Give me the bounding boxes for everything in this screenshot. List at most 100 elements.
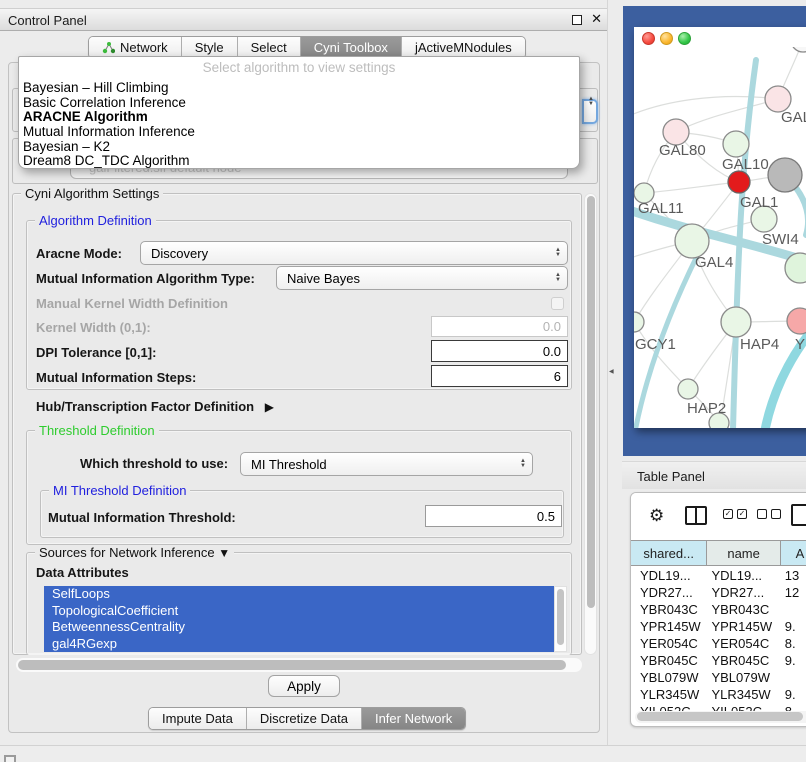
column-header[interactable]: name (707, 541, 781, 565)
window-zoom-icon[interactable] (678, 32, 691, 45)
list-item[interactable]: BetweennessCentrality (44, 619, 554, 636)
mi-type-value: Naive Bayes (287, 271, 360, 286)
mi-steps-field[interactable]: 6 (431, 365, 568, 387)
table-row[interactable]: YLR345WYLR345W9. (631, 686, 806, 703)
table-panel-title: Table Panel (637, 469, 705, 484)
deselect-all-icon[interactable] (757, 509, 767, 519)
tab-jactivemnodules[interactable]: jActiveMNodules (402, 37, 525, 58)
algorithm-combobox-end[interactable]: ▲▼ (582, 99, 598, 124)
table-body: YDL19...YDL19...13 YDR27...YDR27...12 YB… (631, 567, 806, 711)
node-label: HAP2 (687, 400, 726, 417)
column-header[interactable]: shared... (631, 541, 707, 565)
table-row[interactable]: YER054CYER054C8. (631, 635, 806, 652)
collapse-arrow-icon[interactable]: ▼ (218, 546, 230, 560)
close-icon[interactable]: ✕ (591, 11, 602, 27)
settings-horizontal-scrollbar[interactable] (16, 658, 582, 672)
node-label: GAL11 (638, 200, 684, 217)
column-header[interactable]: A (781, 541, 806, 565)
scrollbar-thumb[interactable] (637, 712, 803, 721)
scrollbar-thumb[interactable] (18, 660, 566, 670)
table-row[interactable]: YDR27...YDR27...12 (631, 584, 806, 601)
apply-button[interactable]: Apply (268, 675, 340, 697)
node-hap2[interactable] (678, 379, 698, 399)
table-row[interactable]: YBL079WYBL079W (631, 669, 806, 686)
tab-impute-data[interactable]: Impute Data (149, 708, 247, 729)
data-attributes-list[interactable]: SelfLoops TopologicalCoefficient Between… (44, 586, 554, 652)
tab-label: jActiveMNodules (415, 40, 512, 55)
tab-label: Network (120, 40, 168, 55)
tab-label: Style (195, 40, 224, 55)
which-threshold-combobox[interactable]: MI Threshold ▲▼ (240, 452, 533, 476)
tab-label: Cyni Toolbox (314, 40, 388, 55)
collapsed-panel-icon[interactable] (4, 755, 16, 762)
expand-arrow-icon: ▶ (265, 400, 274, 414)
window-close-icon[interactable] (642, 32, 655, 45)
kernel-width-value: 0.0 (543, 319, 561, 334)
table-horizontal-scrollbar[interactable] (635, 711, 806, 723)
bottom-tabbar: Impute Data Discretize Data Infer Networ… (148, 707, 466, 730)
attributes-scrollbar[interactable] (554, 586, 567, 652)
menu-item-selected[interactable]: ARACNE Algorithm (19, 110, 579, 125)
list-item[interactable]: SelfLoops (44, 586, 554, 603)
settings-vertical-scrollbar[interactable] (584, 193, 597, 655)
stepper-icon: ▲▼ (555, 248, 561, 258)
new-table-icon[interactable] (791, 504, 806, 526)
node-label: GAL4 (695, 254, 733, 271)
node-red[interactable] (728, 171, 750, 193)
mi-type-combobox[interactable]: Naive Bayes ▲▼ (276, 266, 568, 290)
select-all-icon[interactable]: ✓ (737, 509, 747, 519)
node-label: Y (795, 336, 805, 353)
menu-item[interactable]: Basic Correlation Inference (19, 96, 579, 111)
mi-steps-value: 6 (554, 369, 561, 384)
kernel-width-field[interactable]: 0.0 (431, 316, 568, 337)
show-columns-icon[interactable] (685, 506, 707, 525)
panel-divider (607, 0, 608, 745)
mi-threshold-field[interactable]: 0.5 (425, 505, 562, 527)
hub-definition-toggle[interactable]: Hub/Transcription Factor Definition ▶ (36, 399, 274, 414)
splitter-collapse-icon[interactable]: ◀ (609, 368, 614, 375)
node-gal10[interactable] (723, 131, 749, 157)
dpi-tolerance-value: 0.0 (543, 344, 561, 359)
float-window-icon[interactable] (572, 15, 582, 25)
tab-label: Infer Network (375, 711, 452, 726)
table-row[interactable]: YBR045CYBR045C9. (631, 652, 806, 669)
aracne-mode-combobox[interactable]: Discovery ▲▼ (140, 241, 568, 265)
dpi-tolerance-field[interactable]: 0.0 (431, 340, 568, 362)
aracne-mode-value: Discovery (151, 246, 208, 261)
network-canvas[interactable]: GAL GAL80 GAL10 GAL11 GAL1 SWI4 GAL4 GCY… (634, 47, 806, 428)
node[interactable] (791, 47, 806, 52)
node-gal4[interactable] (675, 224, 709, 258)
algorithm-dropdown-popup: Select algorithm to view settings Bayesi… (18, 56, 580, 169)
tab-select[interactable]: Select (238, 37, 301, 58)
list-item[interactable]: TopologicalCoefficient (44, 603, 554, 620)
table-row[interactable]: YIL052CYIL052C8. (631, 703, 806, 711)
node-gcy1[interactable] (634, 312, 644, 332)
group-title: Algorithm Definition (35, 213, 156, 228)
table-row[interactable]: YPR145WYPR145W9. (631, 618, 806, 635)
tab-infer-network[interactable]: Infer Network (362, 708, 465, 729)
network-window[interactable]: GAL GAL80 GAL10 GAL11 GAL1 SWI4 GAL4 GCY… (634, 27, 806, 428)
menu-item[interactable]: Bayesian – Hill Climbing (19, 81, 579, 96)
scrollbar-thumb[interactable] (557, 589, 564, 645)
manual-kernel-checkbox[interactable] (551, 297, 564, 310)
menu-item[interactable]: Dream8 DC_TDC Algorithm (19, 154, 579, 169)
node-gray[interactable] (768, 158, 802, 192)
list-item[interactable]: gal4RGexp (44, 636, 554, 653)
table-row[interactable]: YBR043CYBR043C (631, 601, 806, 618)
deselect-all-icon[interactable] (771, 509, 781, 519)
gear-icon[interactable]: ⚙ (649, 506, 664, 526)
stepper-icon: ▲▼ (555, 273, 561, 283)
select-all-icon[interactable]: ✓ (723, 509, 733, 519)
tab-network[interactable]: Network (89, 37, 182, 58)
table-row[interactable]: YDL19...YDL19...13 (631, 567, 806, 584)
tab-cyni-toolbox[interactable]: Cyni Toolbox (301, 37, 402, 58)
node-hap4[interactable] (721, 307, 751, 337)
tab-discretize-data[interactable]: Discretize Data (247, 708, 362, 729)
node-pink[interactable] (787, 308, 806, 334)
window-minimize-icon[interactable] (660, 32, 673, 45)
status-strip (0, 745, 806, 762)
tab-style[interactable]: Style (182, 37, 238, 58)
scrollbar-thumb[interactable] (587, 196, 595, 608)
menu-item[interactable]: Mutual Information Inference (19, 125, 579, 140)
menu-item[interactable]: Bayesian – K2 (19, 140, 579, 155)
